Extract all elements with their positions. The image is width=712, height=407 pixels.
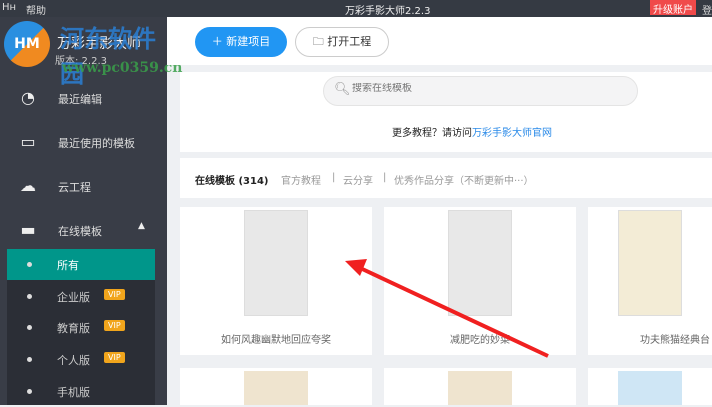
- red-arrow-annotation: [345, 259, 549, 358]
